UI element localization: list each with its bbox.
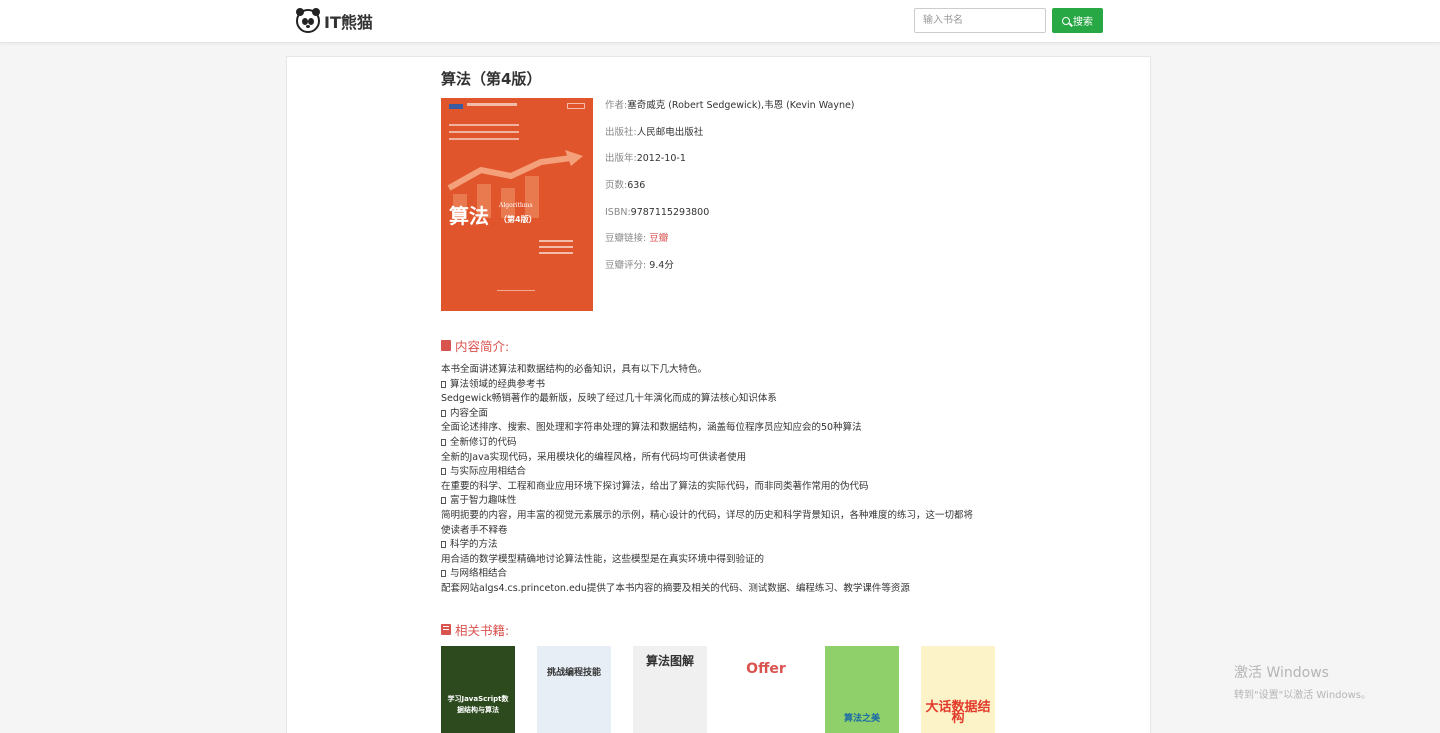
- cover-edition: （第4版）: [499, 215, 537, 224]
- logo-text: IT熊猫: [324, 13, 373, 32]
- intro-line: 科学的方法: [441, 538, 991, 553]
- bullet-box-icon: [441, 541, 446, 549]
- intro-line: 本书全面讲述算法和数据结构的必备知识，具有以下几大特色。: [441, 364, 708, 375]
- meta-publisher: 出版社:人民邮电出版社: [605, 126, 704, 138]
- panda-logo-icon: [296, 8, 320, 33]
- bullet-box-icon: [441, 497, 446, 505]
- intro-heading: 内容简介:: [441, 336, 509, 355]
- related-book-2[interactable]: 挑战编程技能: [537, 646, 611, 733]
- intro-line: 配套网站algs4.cs.princeton.edu提供了本书内容的摘要及相关的…: [441, 582, 910, 594]
- related-book-4[interactable]: Offer: [729, 646, 803, 733]
- intro-line: 内容全面: [441, 407, 991, 422]
- bullet-box-icon: [441, 570, 446, 578]
- book-cover-image: 算法 Algorithms （第4版）: [441, 98, 593, 311]
- intro-line: 用合适的数学模型精确地讨论算法性能，这些模型是在真实环境中得到验证的: [441, 553, 765, 565]
- top-navbar: IT熊猫 搜索: [0, 0, 1440, 43]
- bullet-box-icon: [441, 438, 446, 446]
- intro-line: 与网络相结合: [441, 567, 991, 582]
- intro-line: 富于智力趣味性: [441, 494, 991, 509]
- meta-author: 作者:塞奇威克 (Robert Sedgewick),韦恩 (Kevin Way…: [605, 100, 855, 111]
- intro-line: Sedgewick畅销著作的最新版，反映了经过几十年演化而成的算法核心知识体系: [441, 393, 777, 405]
- related-book-cover-text: 挑战编程技能: [546, 668, 601, 678]
- meta-publish-date: 出版年:2012-10-1: [605, 153, 686, 165]
- related-book-cover-text: 大话数据结构: [925, 700, 991, 726]
- intro-line: 全新的Java实现代码，采用模块化的编程风格，所有代码均可供读者使用: [441, 451, 747, 463]
- related-heading: 相关书籍:: [441, 620, 509, 639]
- meta-pages: 页数:636: [605, 180, 646, 192]
- search-icon: [1062, 16, 1070, 25]
- book-meta: 作者:塞奇威克 (Robert Sedgewick),韦恩 (Kevin Way…: [605, 100, 855, 287]
- intro-text: 本书全面讲述算法和数据结构的必备知识，具有以下几大特色。算法领域的经典参考书 Se…: [441, 363, 991, 597]
- related-book-cover-text: 算法之美: [843, 714, 880, 724]
- meta-isbn: ISBN:9787115293800: [605, 206, 710, 218]
- cover-title: 算法: [449, 204, 489, 228]
- intro-line: 与实际应用相结合: [441, 465, 991, 480]
- related-book-cover: 算法之美: [825, 646, 899, 733]
- related-book-cover: Offer: [729, 646, 803, 733]
- related-book-cover: 算法图解: [633, 646, 707, 733]
- book-icon: [441, 624, 451, 635]
- search-input[interactable]: [914, 8, 1046, 33]
- related-book-cover-text: Offer: [746, 661, 786, 677]
- bullet-box-icon: [441, 409, 446, 417]
- bullet-box-icon: [441, 380, 446, 388]
- related-book-cover: 学习JavaScript数据结构与算法: [441, 646, 515, 733]
- intro-line: 全新修订的代码: [441, 436, 991, 451]
- meta-douban-rating: 豆瓣评分: 9.4分: [605, 260, 674, 272]
- intro-line: 在重要的科学、工程和商业应用环境下探讨算法，给出了算法的实际代码，而非同类著作常…: [441, 480, 869, 492]
- intro-line: 全面论述排序、搜索、图处理和字符串处理的算法和数据结构，涵盖每位程序员应知应会的…: [441, 422, 862, 434]
- meta-douban-link: 豆瓣链接: 豆瓣: [605, 233, 669, 245]
- search-button[interactable]: 搜索: [1052, 8, 1103, 33]
- site-logo[interactable]: IT熊猫: [296, 8, 373, 34]
- related-book-5[interactable]: 算法之美: [825, 646, 899, 733]
- related-book-cover: 大话数据结构: [921, 646, 995, 733]
- bullet-box-icon: [441, 468, 446, 476]
- bookmark-icon: [441, 340, 451, 351]
- related-book-3[interactable]: 算法图解: [633, 646, 707, 733]
- douban-link[interactable]: 豆瓣: [649, 233, 668, 244]
- intro-line: 算法领域的经典参考书: [441, 378, 991, 393]
- book-title: 算法（第4版）: [441, 70, 542, 88]
- related-book-6[interactable]: 大话数据结构: [921, 646, 995, 733]
- intro-line: 使读者手不释卷: [441, 524, 508, 536]
- windows-activation-watermark: 激活 Windows 转到"设置"以激活 Windows。: [1234, 665, 1372, 701]
- search-button-label: 搜索: [1073, 17, 1093, 28]
- related-book-cover: 挑战编程技能: [537, 646, 611, 733]
- related-book-cover-text: 学习JavaScript数据结构与算法: [447, 695, 509, 714]
- related-book-1[interactable]: 学习JavaScript数据结构与算法: [441, 646, 515, 733]
- related-book-cover-text: 算法图解: [645, 654, 694, 668]
- intro-line: 简明扼要的内容，用丰富的视觉元素展示的示例，精心设计的代码，详尽的历史和科学背景…: [441, 509, 974, 521]
- cover-subtitle: Algorithms: [499, 202, 533, 209]
